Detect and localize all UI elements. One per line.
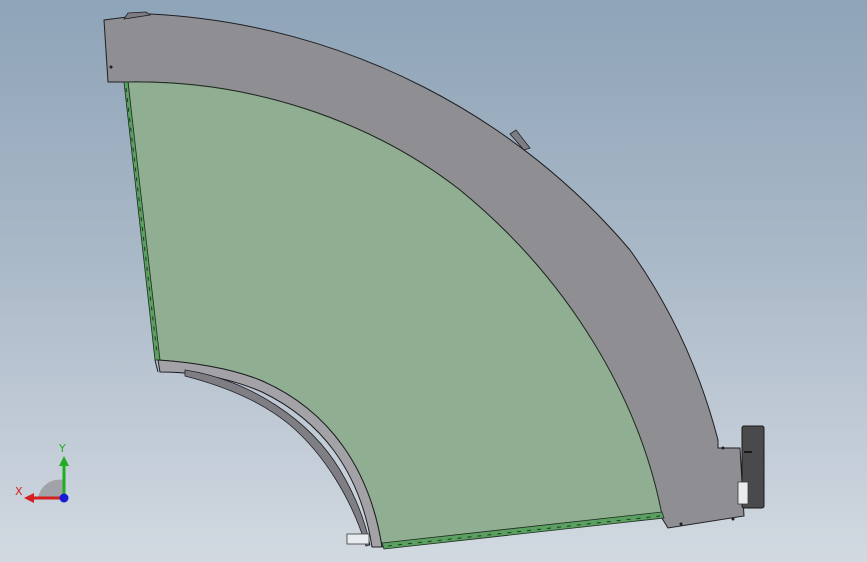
frame-fastener — [109, 65, 113, 69]
triad-z-axis — [59, 493, 69, 503]
drive-motor-coupling — [737, 481, 749, 505]
triad-y-arrow — [59, 456, 69, 466]
curved-conveyor-model[interactable] — [0, 0, 867, 562]
coordinate-triad: Y X — [10, 440, 80, 510]
triad-xy-plane — [38, 479, 64, 498]
frame-fastener — [721, 446, 725, 450]
frame-fastener — [679, 522, 683, 526]
triad-graphic — [24, 456, 69, 503]
end-sensor-fitting[interactable] — [346, 533, 370, 545]
frame-fastener — [731, 517, 735, 521]
triad-x-label: X — [15, 485, 23, 498]
inner-wall-flange — [154, 359, 159, 373]
cad-viewport[interactable]: Y X — [0, 0, 867, 562]
triad-y-label: Y — [59, 442, 66, 455]
triad-x-arrow — [24, 493, 34, 503]
